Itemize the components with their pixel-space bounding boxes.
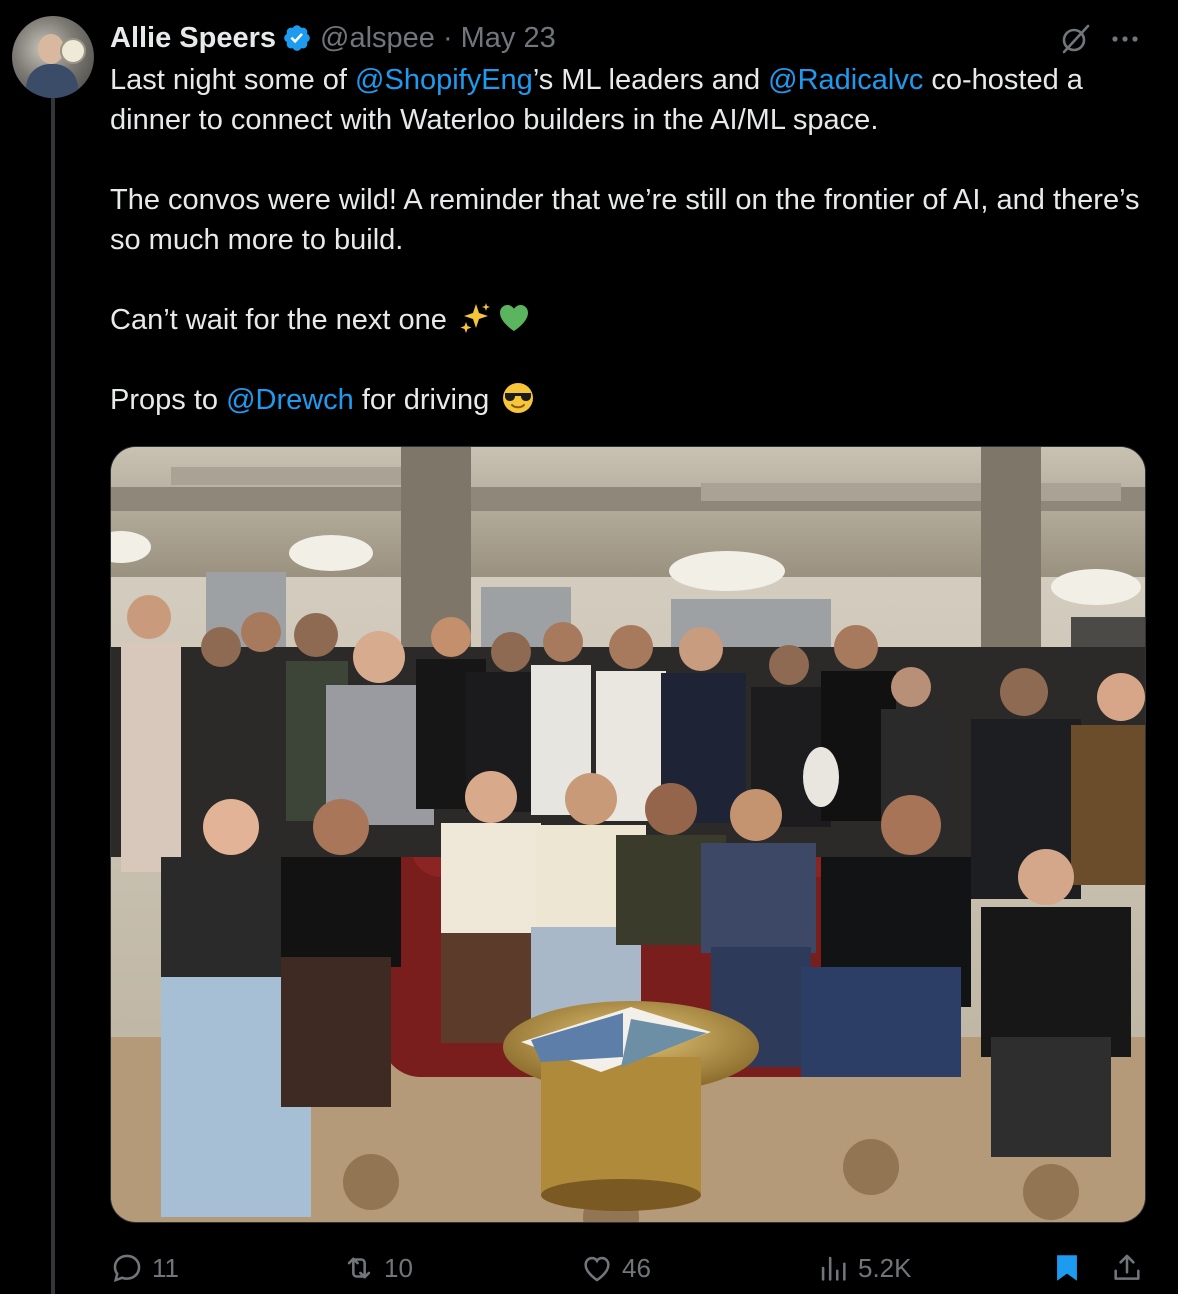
share-button[interactable]	[1110, 1248, 1144, 1288]
tweet-text-segment: The convos were wild! A reminder that we…	[110, 184, 1140, 256]
like-count: 46	[622, 1252, 651, 1283]
retweet-button[interactable]: 10	[342, 1248, 413, 1288]
header-separator: ·	[442, 21, 453, 54]
tweet-text-segment: Last night some of	[110, 64, 356, 96]
avatar-mug	[60, 38, 86, 64]
reply-icon	[113, 1254, 141, 1283]
tweet-paragraph: Can’t wait for the next one	[110, 300, 1160, 340]
bookmark-button[interactable]	[1050, 1248, 1084, 1288]
tweet-header: Allie Speers @alspee · May 23	[110, 18, 556, 58]
sparkles-emoji-icon	[459, 301, 493, 335]
tweet-text-segment: Can’t wait for the next one	[110, 304, 455, 336]
mention-link[interactable]: @Drewch	[226, 384, 354, 416]
tweet-text-segment: ’s ML leaders and	[532, 64, 769, 96]
tweet-text: Last night some of @ShopifyEng’s ML lead…	[110, 60, 1160, 420]
bookmark-icon	[1057, 1255, 1077, 1281]
retweet-icon	[347, 1257, 371, 1279]
author-name[interactable]: Allie Speers	[110, 22, 276, 55]
share-icon	[1114, 1254, 1140, 1280]
tweet-actions: 11 10 46 5.2K	[110, 1248, 1144, 1288]
tweet-paragraph: Last night some of @ShopifyEng’s ML lead…	[110, 60, 1160, 140]
green-heart-emoji-icon	[497, 301, 531, 335]
group-photo	[111, 447, 1145, 1222]
reply-count: 11	[152, 1252, 179, 1283]
grok-icon[interactable]	[1058, 22, 1092, 56]
sunglasses-face-emoji-icon	[501, 381, 535, 415]
tweet-date[interactable]: May 23	[461, 22, 556, 55]
view-count: 5.2K	[858, 1252, 912, 1283]
heart-icon	[584, 1256, 610, 1282]
tweet-text-segment: for driving	[353, 384, 498, 416]
more-options-icon[interactable]	[1108, 24, 1142, 54]
retweet-count: 10	[384, 1252, 413, 1283]
mention-link[interactable]: @ShopifyEng	[355, 64, 533, 96]
tweet-paragraph: Props to @Drewch for driving	[110, 380, 1160, 420]
views-chart-icon	[821, 1256, 846, 1281]
like-button[interactable]: 46	[580, 1248, 651, 1288]
tweet-text-segment: Props to	[110, 384, 227, 416]
author-avatar[interactable]	[12, 16, 94, 98]
tweet-paragraph: The convos were wild! A reminder that we…	[110, 180, 1160, 260]
mention-link[interactable]: @Radicalvc	[768, 64, 923, 96]
author-handle[interactable]: @alspee	[320, 22, 435, 55]
verified-badge-icon[interactable]	[282, 23, 312, 53]
reply-button[interactable]: 11	[110, 1248, 179, 1288]
avatar-body	[26, 64, 78, 98]
tweet-media-photo[interactable]	[110, 446, 1146, 1223]
thread-line	[51, 98, 55, 1294]
views-button[interactable]: 5.2K	[816, 1248, 912, 1288]
